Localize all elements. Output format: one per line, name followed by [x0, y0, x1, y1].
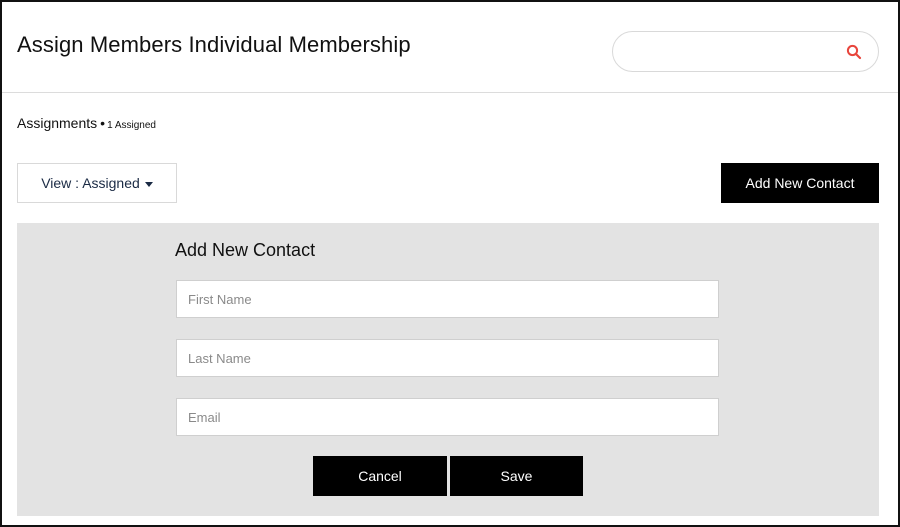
search-icon[interactable]	[846, 44, 862, 60]
search-box[interactable]	[612, 31, 879, 72]
email-field[interactable]	[176, 398, 719, 436]
view-filter-dropdown[interactable]: View : Assigned	[17, 163, 177, 203]
view-filter-label: View : Assigned	[41, 175, 140, 191]
page-title: Assign Members Individual Membership	[17, 32, 411, 57]
assignments-label: Assignments	[17, 115, 98, 131]
cancel-button[interactable]: Cancel	[313, 456, 447, 496]
save-button[interactable]: Save	[450, 456, 583, 496]
app-window: Assign Members Individual Membership Ass…	[0, 0, 900, 527]
caret-down-icon	[144, 181, 153, 187]
last-name-field[interactable]	[176, 339, 719, 377]
first-name-field[interactable]	[176, 280, 719, 318]
add-contact-panel: Add New Contact Cancel Save	[17, 223, 879, 516]
assigned-count: 1 Assigned	[107, 120, 156, 131]
assignments-summary: Assignments • 1 Assigned	[17, 115, 156, 131]
page-header: Assign Members Individual Membership	[2, 2, 898, 93]
search-input[interactable]	[629, 40, 839, 64]
add-new-contact-button[interactable]: Add New Contact	[721, 163, 879, 203]
panel-title: Add New Contact	[175, 240, 316, 260]
separator-dot: •	[100, 115, 106, 131]
